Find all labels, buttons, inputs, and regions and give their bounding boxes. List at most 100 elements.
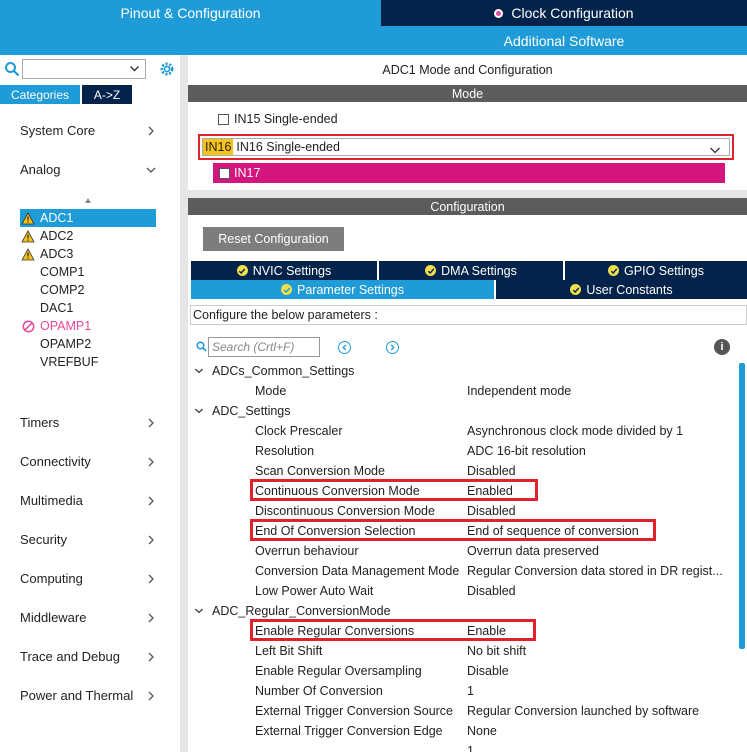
param-value[interactable]: Disabled <box>467 584 733 598</box>
sidebar-item-label: OPAMP1 <box>40 319 92 333</box>
param-value[interactable]: ADC 16-bit resolution <box>467 444 733 458</box>
param-row[interactable]: Mode Independent mode <box>188 381 733 401</box>
sidebar-item-opamp1[interactable]: OPAMP1 <box>20 317 156 335</box>
param-value[interactable]: Independent mode <box>467 384 733 398</box>
sidebar-category-label: Analog <box>20 162 61 177</box>
param-name: External Trigger Conversion Source <box>255 704 454 718</box>
param-row[interactable]: Enable Regular Oversampling Disable <box>188 661 733 681</box>
in16-select-value: IN16 Single-ended <box>236 140 340 154</box>
sidebar: Categories A->Z System Core Analog ADC1 … <box>0 55 180 752</box>
sidebar-item-opamp2[interactable]: OPAMP2 <box>20 335 156 353</box>
sidebar-splitter[interactable] <box>180 55 188 752</box>
mode-section-header: Mode <box>188 85 747 102</box>
sort-up-icon[interactable] <box>84 194 92 208</box>
param-value[interactable]: Overrun data preserved <box>467 544 733 558</box>
search-next-icon[interactable] <box>386 341 399 354</box>
param-row[interactable]: Left Bit Shift No bit shift <box>188 641 733 661</box>
tab-label: Parameter Settings <box>297 282 404 297</box>
in17-option[interactable]: IN17 <box>213 163 725 183</box>
tab-pinout-configuration[interactable]: Pinout & Configuration <box>0 0 381 26</box>
param-value[interactable]: Asynchronous clock mode divided by 1 <box>467 424 733 438</box>
check-circle-icon <box>236 265 248 276</box>
sidebar-category-timers[interactable]: Timers <box>20 415 160 430</box>
in16-select[interactable]: IN16 IN16 Single-ended <box>202 138 730 156</box>
tab-nvic-settings[interactable]: NVIC Settings <box>191 261 377 280</box>
sidebar-category-computing[interactable]: Computing <box>20 571 160 586</box>
sidebar-category-analog[interactable]: Analog <box>20 162 160 177</box>
sidebar-category-multimedia[interactable]: Multimedia <box>20 493 160 508</box>
param-row[interactable]: Overrun behaviour Overrun data preserved <box>188 541 733 561</box>
sidebar-item-adc2[interactable]: ADC2 <box>20 227 156 245</box>
sidebar-category-system-core[interactable]: System Core <box>20 123 160 138</box>
param-value[interactable]: Disabled <box>467 464 733 478</box>
sidebar-category-security[interactable]: Security <box>20 532 160 547</box>
sidebar-category-trace-debug[interactable]: Trace and Debug <box>20 649 160 664</box>
sidebar-category-label: Multimedia <box>20 493 83 508</box>
sidebar-item-adc1[interactable]: ADC1 <box>20 209 156 227</box>
sidebar-item-dac1[interactable]: DAC1 <box>20 299 156 317</box>
warning-icon <box>20 247 36 261</box>
param-name: External Trigger Conversion Edge <box>255 724 443 738</box>
param-value[interactable]: 1 <box>467 744 733 752</box>
param-value[interactable]: No bit shift <box>467 644 733 658</box>
sidebar-item-label: OPAMP2 <box>40 337 92 351</box>
tree-group-adc-regular-conversion-mode[interactable]: ADC_Regular_ConversionMode <box>194 601 391 621</box>
param-value[interactable]: Regular Conversion launched by software <box>467 704 733 718</box>
param-name: Clock Prescaler <box>255 424 343 438</box>
configure-instructions: Configure the below parameters : <box>190 305 747 325</box>
in17-checkbox[interactable] <box>219 167 230 179</box>
param-value[interactable]: Disabled <box>467 504 733 518</box>
search-icon[interactable] <box>4 61 20 77</box>
sidebar-item-comp2[interactable]: COMP2 <box>20 281 156 299</box>
tab-parameter-settings[interactable]: Parameter Settings <box>191 280 494 299</box>
param-row[interactable]: Conversion Data Management Mode Regular … <box>188 561 733 581</box>
param-value[interactable]: 1 <box>467 684 733 698</box>
tree-group-adc-settings[interactable]: ADC_Settings <box>194 401 291 421</box>
param-row[interactable]: Number Of Conversion 1 <box>188 681 733 701</box>
tab-user-constants[interactable]: User Constants <box>496 280 747 299</box>
param-row[interactable]: Resolution ADC 16-bit resolution <box>188 441 733 461</box>
param-row-partial[interactable]: 1 <box>188 741 733 752</box>
tab-categories[interactable]: Categories <box>0 85 80 104</box>
sidebar-search-select[interactable] <box>22 59 146 79</box>
sidebar-category-label: Timers <box>20 415 60 430</box>
parameter-search-input[interactable]: Search (Crtl+F) <box>208 337 320 357</box>
param-row[interactable]: Clock Prescaler Asynchronous clock mode … <box>188 421 733 441</box>
param-row[interactable]: Discontinuous Conversion Mode Disabled <box>188 501 733 521</box>
tab-label: User Constants <box>586 282 673 297</box>
param-row[interactable]: External Trigger Conversion Source Regul… <box>188 701 733 721</box>
chevron-down-icon[interactable] <box>709 144 721 159</box>
tab-a-to-z[interactable]: A->Z <box>82 85 132 104</box>
tab-label: GPIO Settings <box>624 263 704 278</box>
reset-configuration-button[interactable]: Reset Configuration <box>203 227 344 251</box>
sidebar-item-label: VREFBUF <box>40 355 99 369</box>
info-icon[interactable]: i <box>714 339 730 355</box>
sidebar-item-adc3[interactable]: ADC3 <box>20 245 156 263</box>
sidebar-item-vrefbuf[interactable]: VREFBUF <box>20 353 156 371</box>
in15-checkbox[interactable] <box>218 113 229 125</box>
panel-title-text: ADC1 Mode and Configuration <box>382 63 553 77</box>
tab-dma-settings[interactable]: DMA Settings <box>379 261 563 280</box>
sidebar-category-connectivity[interactable]: Connectivity <box>20 454 160 469</box>
in15-option[interactable]: IN15 Single-ended <box>218 112 338 126</box>
param-row[interactable]: Scan Conversion Mode Disabled <box>188 461 733 481</box>
param-row[interactable]: Low Power Auto Wait Disabled <box>188 581 733 601</box>
sidebar-category-middleware[interactable]: Middleware <box>20 610 160 625</box>
gear-icon[interactable] <box>158 60 176 78</box>
sidebar-item-comp1[interactable]: COMP1 <box>20 263 156 281</box>
tab-additional-software[interactable]: Additional Software <box>381 26 747 55</box>
param-row[interactable]: External Trigger Conversion Edge None <box>188 721 733 741</box>
param-value[interactable]: Disable <box>467 664 733 678</box>
param-value[interactable]: None <box>467 724 733 738</box>
tab-clock-label: Clock Configuration <box>511 5 634 21</box>
sidebar-category-power-thermal[interactable]: Power and Thermal <box>20 688 160 703</box>
search-previous-icon[interactable] <box>338 341 351 354</box>
tab-clock-configuration[interactable]: Clock Configuration <box>381 0 747 26</box>
vertical-scrollbar[interactable] <box>739 363 745 649</box>
section-splitter[interactable] <box>188 190 747 198</box>
chevron-right-icon <box>146 690 156 701</box>
param-value[interactable]: Regular Conversion data stored in DR reg… <box>467 564 733 578</box>
tab-gpio-settings[interactable]: GPIO Settings <box>565 261 747 280</box>
chevron-right-icon <box>146 456 156 467</box>
tree-group-adcs-common-settings[interactable]: ADCs_Common_Settings <box>194 361 354 381</box>
